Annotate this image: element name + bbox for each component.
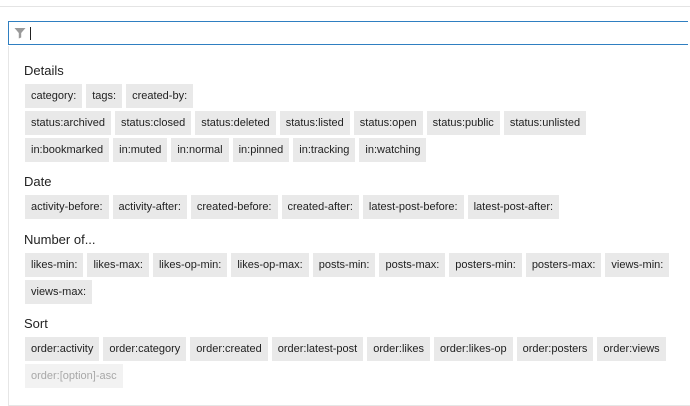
filter-chip[interactable]: activity-after: bbox=[112, 195, 187, 219]
filter-chip[interactable]: order:[option]-asc bbox=[25, 364, 123, 388]
filter-icon bbox=[14, 26, 28, 40]
filter-chip[interactable]: created-before: bbox=[190, 195, 278, 219]
filter-chip[interactable]: category: bbox=[25, 84, 83, 108]
date-row-1: activity-before: activity-after: created-b… bbox=[25, 195, 560, 219]
filter-chip[interactable]: in:pinned bbox=[232, 138, 290, 162]
filter-chip[interactable]: order:activity bbox=[25, 337, 100, 361]
filter-chip[interactable]: created-after: bbox=[281, 195, 359, 219]
search-input[interactable] bbox=[31, 23, 688, 43]
number-of-row-2: views-max: bbox=[25, 280, 93, 304]
filter-chip[interactable]: status:open bbox=[353, 111, 423, 135]
section-title-date: Date bbox=[24, 174, 52, 189]
filter-chip[interactable]: status:closed bbox=[114, 111, 192, 135]
filter-chip[interactable]: order:views bbox=[597, 337, 666, 361]
filter-chip[interactable]: created-by: bbox=[126, 84, 194, 108]
filter-chip[interactable]: in:bookmarked bbox=[25, 138, 110, 162]
filter-chip[interactable]: status:public bbox=[426, 111, 500, 135]
filter-chip[interactable]: posters-min: bbox=[449, 253, 522, 277]
filter-chip[interactable]: status:listed bbox=[279, 111, 350, 135]
filter-chip[interactable]: order:posters bbox=[516, 337, 594, 361]
filter-chip[interactable]: order:created bbox=[190, 337, 268, 361]
number-of-row-1: likes-min: likes-max: likes-op-min: likes-o… bbox=[25, 253, 670, 277]
sort-row-1: order:activity order:category order:create… bbox=[25, 337, 666, 361]
filter-chip[interactable]: order:category bbox=[103, 337, 187, 361]
filter-chip[interactable]: in:tracking bbox=[293, 138, 356, 162]
section-title-number-of: Number of... bbox=[24, 232, 96, 247]
filter-chip[interactable]: status:deleted bbox=[195, 111, 276, 135]
section-title-sort: Sort bbox=[24, 316, 48, 331]
filter-chip[interactable]: posters-max: bbox=[525, 253, 602, 277]
details-row-3: in:bookmarked in:muted in:normal in:pinned i… bbox=[25, 138, 427, 162]
sort-row-2: order:[option]-asc bbox=[25, 364, 123, 388]
filter-chip[interactable]: likes-op-max: bbox=[231, 253, 309, 277]
top-divider bbox=[0, 0, 690, 7]
filter-chip[interactable]: in:watching bbox=[359, 138, 427, 162]
search-field[interactable] bbox=[8, 21, 688, 45]
filter-chip[interactable]: likes-op-min: bbox=[152, 253, 228, 277]
filter-chip[interactable]: status:archived bbox=[25, 111, 111, 135]
filter-chip[interactable]: latest-post-after: bbox=[467, 195, 560, 219]
filter-chip[interactable]: order:latest-post bbox=[271, 337, 364, 361]
details-row-1: category: tags: created-by: bbox=[25, 84, 194, 108]
filter-chip[interactable]: views-min: bbox=[605, 253, 670, 277]
filter-chip[interactable]: order:likes bbox=[367, 337, 430, 361]
filter-chip[interactable]: in:muted bbox=[113, 138, 168, 162]
section-title-details: Details bbox=[24, 63, 64, 78]
filter-chip[interactable]: posts-min: bbox=[312, 253, 376, 277]
filter-chip[interactable]: likes-max: bbox=[87, 253, 149, 277]
filter-chip[interactable]: likes-min: bbox=[25, 253, 84, 277]
filter-chip[interactable]: in:normal bbox=[171, 138, 229, 162]
filter-chip[interactable]: latest-post-before: bbox=[362, 195, 464, 219]
details-row-2: status:archived status:closed status:delet… bbox=[25, 111, 587, 135]
filter-chip[interactable]: views-max: bbox=[25, 280, 93, 304]
filter-chip[interactable]: order:likes-op bbox=[433, 337, 513, 361]
filter-chip[interactable]: status:unlisted bbox=[503, 111, 587, 135]
filter-chip[interactable]: posts-max: bbox=[379, 253, 446, 277]
filter-chip[interactable]: activity-before: bbox=[25, 195, 109, 219]
filter-chip[interactable]: tags: bbox=[86, 84, 123, 108]
